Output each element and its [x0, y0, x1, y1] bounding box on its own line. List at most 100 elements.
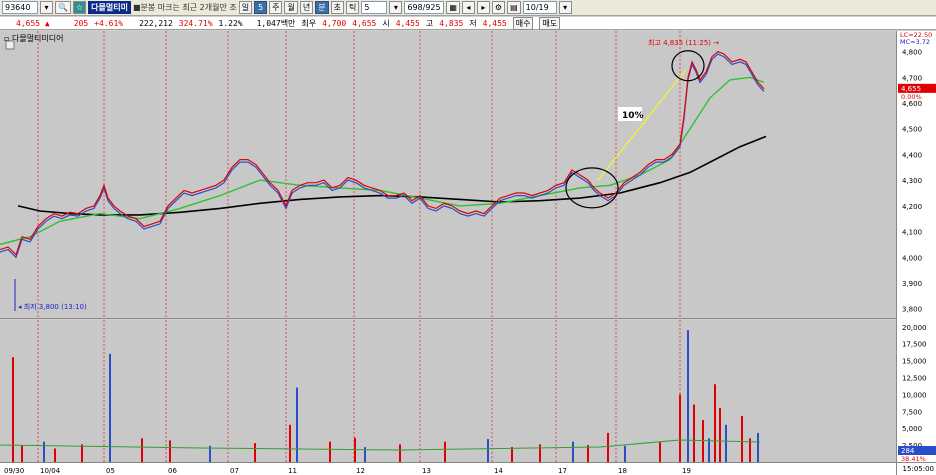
period-tick-button[interactable]: 틱: [345, 1, 360, 14]
date-dropdown-button[interactable]: ▾: [558, 1, 572, 14]
x-tick-3: 06: [168, 467, 177, 475]
price-tick-5: 4,300: [902, 177, 922, 185]
current-price: 4,655 ▲: [16, 18, 50, 28]
volume-tick-4: 10,000: [902, 391, 927, 399]
volume-value: 222,212: [139, 18, 173, 28]
x-tick-0: 09/30: [4, 467, 24, 475]
price-line: [0, 50, 765, 256]
main-toolbar: 93640 ▾ 🔍 ☆ 다믈멀티미 ■분봉 마크는 최근 2개월만 조 일 5 …: [0, 0, 936, 16]
volume-ratio: 324.71%: [178, 18, 213, 28]
grid-icon[interactable]: ▦: [446, 1, 460, 14]
x-axis: 09/30 10/04 05 06 07 11 12 13 14 17 18 19: [0, 462, 896, 475]
period-month-button[interactable]: 월: [284, 1, 298, 14]
calendar-icon[interactable]: ▤: [507, 1, 521, 14]
low-annotation: ◂ 최저 3,800 (13:10): [18, 302, 87, 311]
code-dropdown-button[interactable]: ▾: [40, 1, 53, 14]
period-week-button[interactable]: 주: [269, 1, 283, 14]
chart-mode-label: ■분봉 마크는 최근 2개월만 조: [132, 3, 237, 12]
price-tick-0: 4,800: [902, 49, 922, 57]
settings-icon[interactable]: ⚙: [491, 1, 506, 14]
ma-mid-line: [0, 76, 765, 246]
count-value-input[interactable]: 698/925: [404, 1, 445, 14]
time-label: 15:05:00: [896, 462, 936, 475]
prev-label: 최우: [301, 18, 317, 28]
legend-name: 다믈멀티미디어: [11, 34, 64, 43]
volume-chart-svg: [0, 320, 761, 462]
search-icon[interactable]: 🔍: [55, 1, 71, 14]
high-annotation: 최고 4,835 (11:25) →: [648, 38, 719, 47]
price-tick-9: 3,900: [902, 280, 922, 288]
vol-tag: 284: [901, 447, 915, 455]
turnover-rate: 1.22%: [218, 18, 243, 28]
stock-name-label: 다믈멀티미: [88, 1, 131, 14]
volume-tick-6: 5,000: [902, 425, 922, 433]
low-label: 저: [469, 18, 477, 28]
price-tick-8: 4,000: [902, 254, 922, 262]
change-value: 205: [73, 18, 89, 28]
sell-button[interactable]: 매도: [539, 16, 561, 30]
y-axis: 4,800 4,700 4,600 4,500 4,400 4,300 4,200 4,100…: [896, 31, 936, 463]
minute-dropdown-button[interactable]: ▾: [389, 1, 403, 14]
x-tick-9: 17: [558, 467, 567, 475]
next-icon[interactable]: ▸: [476, 1, 490, 14]
period-minute-button[interactable]: 분: [315, 1, 329, 14]
interval-value-button[interactable]: 5: [254, 1, 268, 14]
volume-tick-2: 15,000: [902, 358, 927, 366]
volume-tick-1: 17,500: [902, 341, 927, 349]
period-year-button[interactable]: 년: [299, 1, 314, 14]
y-axis-svg: 4,800 4,700 4,600 4,500 4,400 4,300 4,200 4,100…: [898, 31, 936, 463]
minute-value-input[interactable]: 5: [361, 1, 388, 14]
quote-bar: 4,655 ▲ 205 +4.61% 222,212 324.71% 1.22%…: [0, 16, 936, 30]
volume-tick-0: 20,000: [902, 324, 927, 332]
price-tick-7: 4,100: [902, 229, 922, 237]
low-value: 4,455: [482, 18, 507, 28]
x-tick-6: 12: [356, 467, 365, 475]
x-axis-svg: 09/30 10/04 05 06 07 11 12 13 14 17 18 19: [4, 467, 691, 475]
x-tick-11: 19: [682, 467, 691, 475]
cur-value: 4,655: [352, 18, 377, 28]
x-tick-4: 07: [230, 467, 239, 475]
change-percent: +4.61%: [94, 18, 124, 28]
vol-pct-tag: 38.41%: [901, 455, 926, 462]
open-value: 4,455: [395, 18, 420, 28]
price-tick-10: 3,800: [902, 306, 922, 314]
x-tick-2: 05: [106, 467, 115, 475]
legend-icon: ▫: [4, 34, 12, 43]
price-chart-pane[interactable]: 최고 4,835 (11:25) → ◂ 최저 3,800 (13:10) 10%: [0, 31, 896, 319]
volume-tick-5: 7,500: [902, 408, 922, 416]
stock-code-input[interactable]: 93640: [2, 1, 38, 14]
interval-day-button[interactable]: 일: [238, 1, 253, 14]
price-tick-6: 4,200: [902, 203, 922, 211]
price-chart-svg: 최고 4,835 (11:25) → ◂ 최저 3,800 (13:10) 10%: [0, 31, 767, 319]
volume-tick-3: 12,500: [902, 374, 927, 382]
chart-legend: ▫ 다믈멀티미디어: [4, 33, 64, 44]
date-input[interactable]: 10/19: [522, 1, 557, 14]
pct-tag: 0.00%: [901, 93, 922, 101]
x-tick-5: 11: [288, 467, 297, 475]
price-tick-3: 4,500: [902, 126, 922, 134]
high-label: 고: [425, 18, 434, 28]
prev-value: 4,700: [322, 18, 347, 28]
prev-icon[interactable]: ◂: [461, 1, 475, 14]
favorite-icon[interactable]: ☆: [72, 1, 87, 14]
trend-line: [597, 69, 687, 181]
price-tick-2: 4,600: [902, 100, 922, 108]
period-second-button[interactable]: 초: [330, 1, 344, 14]
price-tick-1: 4,700: [902, 74, 922, 82]
x-tick-8: 14: [494, 467, 503, 475]
mc-label: MC=3.72: [900, 38, 930, 46]
price-tag: 4,655: [901, 85, 921, 93]
x-tick-10: 18: [618, 467, 627, 475]
trade-value: 1,047백만: [256, 18, 296, 28]
buy-button[interactable]: 매수: [512, 16, 534, 30]
high-value: 4,835: [439, 18, 464, 28]
volume-ma-line: [0, 439, 761, 451]
x-tick-7: 13: [422, 467, 431, 475]
open-label: 시: [382, 18, 390, 28]
volume-chart-pane[interactable]: [0, 320, 896, 462]
x-tick-1: 10/04: [40, 467, 61, 475]
ma-long-line: [17, 135, 767, 216]
pct-label: 10%: [622, 111, 644, 121]
ma-short-line: [0, 53, 765, 259]
price-tick-4: 4,400: [902, 151, 922, 159]
